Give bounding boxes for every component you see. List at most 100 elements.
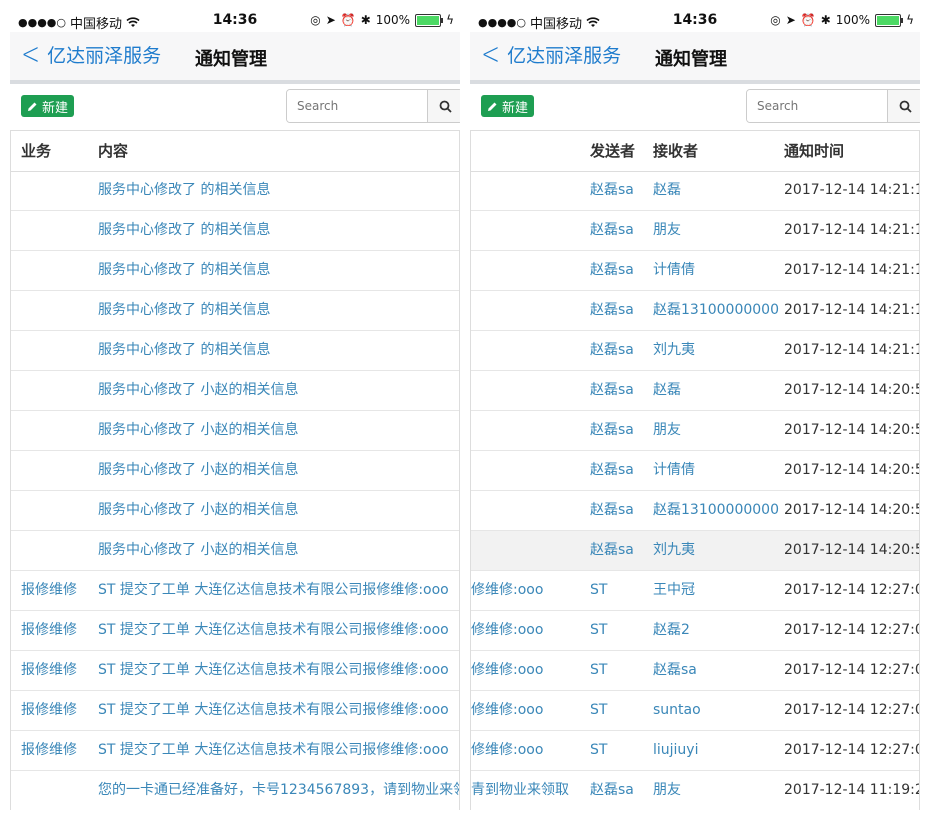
cell-content[interactable]: 服务中心修改了 小赵的相关信息 <box>98 531 298 570</box>
table-row[interactable]: 赵磊sa 赵磊13100000000 2017-12-14 14:20:56 <box>471 491 919 531</box>
cell-receiver[interactable]: 朋友 <box>653 211 681 250</box>
cell-sender[interactable]: 赵磊sa <box>590 331 634 370</box>
cell-content[interactable]: 您的一卡通已经准备好，卡号1234567893，请到物业来领取 <box>98 771 459 810</box>
cell-content-tail[interactable]: 修维修:ooo <box>471 611 543 650</box>
cell-sender[interactable]: 赵磊sa <box>590 491 634 530</box>
cell-sender[interactable]: 赵磊sa <box>590 451 634 490</box>
new-button[interactable]: 新建 <box>481 95 535 117</box>
cell-content[interactable]: 服务中心修改了 小赵的相关信息 <box>98 491 298 530</box>
cell-receiver[interactable]: liujiuyi <box>653 731 698 770</box>
table-row[interactable]: 赵磊sa 朋友 2017-12-14 14:20:56 <box>471 411 919 451</box>
table-row[interactable]: 修维修:ooo ST suntao 2017-12-14 12:27:04 <box>471 691 919 731</box>
cell-receiver[interactable]: 朋友 <box>653 771 681 810</box>
cell-sender[interactable]: ST <box>590 731 607 770</box>
cell-content[interactable]: 服务中心修改了 的相关信息 <box>98 211 270 250</box>
table-row[interactable]: 赵磊sa 刘九夷 2017-12-14 14:21:16 <box>471 331 919 371</box>
cell-content[interactable]: ST 提交了工单 大连亿达信息技术有限公司报修维修:ooo <box>98 651 449 690</box>
cell-receiver[interactable]: 赵磊13100000000 <box>653 291 779 330</box>
cell-sender[interactable]: 赵磊sa <box>590 291 634 330</box>
new-button[interactable]: 新建 <box>21 95 75 117</box>
cell-receiver[interactable]: 计倩倩 <box>653 451 695 490</box>
table-row[interactable]: 赵磊sa 计倩倩 2017-12-14 14:20:56 <box>471 451 919 491</box>
nav-bar: < 亿达丽泽服务 通知管理 <box>470 32 920 84</box>
table-row[interactable]: 服务中心修改了 的相关信息 <box>11 171 459 211</box>
cell-receiver[interactable]: 王中冠 <box>653 571 695 610</box>
cell-receiver[interactable]: 刘九夷 <box>653 531 695 570</box>
cell-biz[interactable]: 报修维修 <box>21 731 77 770</box>
cell-sender[interactable]: 赵磊sa <box>590 771 634 810</box>
search-button[interactable] <box>887 90 920 122</box>
cell-receiver[interactable]: 赵磊sa <box>653 651 697 690</box>
table-row[interactable]: 赵磊sa 计倩倩 2017-12-14 14:21:16 <box>471 251 919 291</box>
cell-sender[interactable]: 赵磊sa <box>590 411 634 450</box>
cell-receiver[interactable]: 赵磊 <box>653 171 681 210</box>
cell-content-tail[interactable]: 修维修:ooo <box>471 731 543 770</box>
cell-biz[interactable]: 报修维修 <box>21 691 77 730</box>
table-row[interactable]: 修维修:ooo ST liujiuyi 2017-12-14 12:27:04 <box>471 731 919 771</box>
table-row[interactable]: 服务中心修改了 小赵的相关信息 <box>11 531 459 571</box>
cell-sender[interactable]: 赵磊sa <box>590 371 634 410</box>
table-row[interactable]: 服务中心修改了 小赵的相关信息 <box>11 411 459 451</box>
table-row[interactable]: 修维修:ooo ST 赵磊2 2017-12-14 12:27:04 <box>471 611 919 651</box>
table-row[interactable]: 赵磊sa 刘九夷 2017-12-14 14:20:56 <box>471 531 919 571</box>
table-row[interactable]: 修维修:ooo ST 赵磊sa 2017-12-14 12:27:04 <box>471 651 919 691</box>
cell-receiver[interactable]: 刘九夷 <box>653 331 695 370</box>
cell-content[interactable]: ST 提交了工单 大连亿达信息技术有限公司报修维修:ooo <box>98 571 449 610</box>
table-row[interactable]: 服务中心修改了 的相关信息 <box>11 211 459 251</box>
cell-sender[interactable]: 赵磊sa <box>590 531 634 570</box>
cell-content-tail[interactable]: 修维修:ooo <box>471 571 543 610</box>
table-row[interactable]: 服务中心修改了 的相关信息 <box>11 291 459 331</box>
cell-content-tail[interactable]: 修维修:ooo <box>471 691 543 730</box>
table-row[interactable]: 服务中心修改了 的相关信息 <box>11 251 459 291</box>
table-row[interactable]: 服务中心修改了 小赵的相关信息 <box>11 371 459 411</box>
table-row[interactable]: 报修维修 ST 提交了工单 大连亿达信息技术有限公司报修维修:ooo <box>11 571 459 611</box>
back-button[interactable]: < 亿达丽泽服务 <box>478 39 621 69</box>
cell-content[interactable]: 服务中心修改了 的相关信息 <box>98 331 270 370</box>
cell-biz[interactable]: 报修维修 <box>21 611 77 650</box>
cell-content-tail[interactable]: 修维修:ooo <box>471 651 543 690</box>
table-row[interactable]: 服务中心修改了 小赵的相关信息 <box>11 451 459 491</box>
table-row[interactable]: 报修维修 ST 提交了工单 大连亿达信息技术有限公司报修维修:ooo <box>11 691 459 731</box>
cell-content[interactable]: ST 提交了工单 大连亿达信息技术有限公司报修维修:ooo <box>98 691 449 730</box>
cell-content[interactable]: 服务中心修改了 小赵的相关信息 <box>98 371 298 410</box>
cell-receiver[interactable]: suntao <box>653 691 701 730</box>
cell-content[interactable]: ST 提交了工单 大连亿达信息技术有限公司报修维修:ooo <box>98 731 449 770</box>
cell-sender[interactable]: 赵磊sa <box>590 171 634 210</box>
cell-content[interactable]: 服务中心修改了 小赵的相关信息 <box>98 411 298 450</box>
table-row[interactable]: 您的一卡通已经准备好，卡号1234567893，请到物业来领取 <box>11 771 459 810</box>
cell-content[interactable]: 服务中心修改了 的相关信息 <box>98 291 270 330</box>
cell-content[interactable]: 服务中心修改了 的相关信息 <box>98 251 270 290</box>
table-row[interactable]: 服务中心修改了 的相关信息 <box>11 331 459 371</box>
cell-content[interactable]: ST 提交了工单 大连亿达信息技术有限公司报修维修:ooo <box>98 611 449 650</box>
table-row[interactable]: 赵磊sa 赵磊 2017-12-14 14:21:16 <box>471 171 919 211</box>
cell-sender[interactable]: 赵磊sa <box>590 251 634 290</box>
cell-biz[interactable]: 报修维修 <box>21 571 77 610</box>
table-row[interactable]: 服务中心修改了 小赵的相关信息 <box>11 491 459 531</box>
search-input[interactable] <box>287 90 427 122</box>
table-row[interactable]: 报修维修 ST 提交了工单 大连亿达信息技术有限公司报修维修:ooo <box>11 731 459 771</box>
cell-sender[interactable]: 赵磊sa <box>590 211 634 250</box>
cell-content[interactable]: 服务中心修改了 的相关信息 <box>98 171 270 210</box>
table-row[interactable]: 赵磊sa 朋友 2017-12-14 14:21:16 <box>471 211 919 251</box>
cell-receiver[interactable]: 赵磊2 <box>653 611 690 650</box>
table-row[interactable]: 赵磊sa 赵磊 2017-12-14 14:20:56 <box>471 371 919 411</box>
cell-biz[interactable]: 报修维修 <box>21 651 77 690</box>
table-row[interactable]: 青到物业来领取 赵磊sa 朋友 2017-12-14 11:19:22 <box>471 771 919 810</box>
search-button[interactable] <box>427 90 460 122</box>
cell-sender[interactable]: ST <box>590 651 607 690</box>
table-row[interactable]: 报修维修 ST 提交了工单 大连亿达信息技术有限公司报修维修:ooo <box>11 611 459 651</box>
cell-sender[interactable]: ST <box>590 691 607 730</box>
cell-receiver[interactable]: 赵磊 <box>653 371 681 410</box>
table-row[interactable]: 报修维修 ST 提交了工单 大连亿达信息技术有限公司报修维修:ooo <box>11 651 459 691</box>
cell-sender[interactable]: ST <box>590 571 607 610</box>
table-row[interactable]: 修维修:ooo ST 王中冠 2017-12-14 12:27:04 <box>471 571 919 611</box>
cell-receiver[interactable]: 朋友 <box>653 411 681 450</box>
cell-receiver[interactable]: 赵磊13100000000 <box>653 491 779 530</box>
cell-receiver[interactable]: 计倩倩 <box>653 251 695 290</box>
table-row[interactable]: 赵磊sa 赵磊13100000000 2017-12-14 14:21:16 <box>471 291 919 331</box>
cell-content[interactable]: 服务中心修改了 小赵的相关信息 <box>98 451 298 490</box>
search-input[interactable] <box>747 90 887 122</box>
back-button[interactable]: < 亿达丽泽服务 <box>18 39 161 69</box>
cell-content-tail[interactable]: 青到物业来领取 <box>471 771 569 810</box>
cell-sender[interactable]: ST <box>590 611 607 650</box>
